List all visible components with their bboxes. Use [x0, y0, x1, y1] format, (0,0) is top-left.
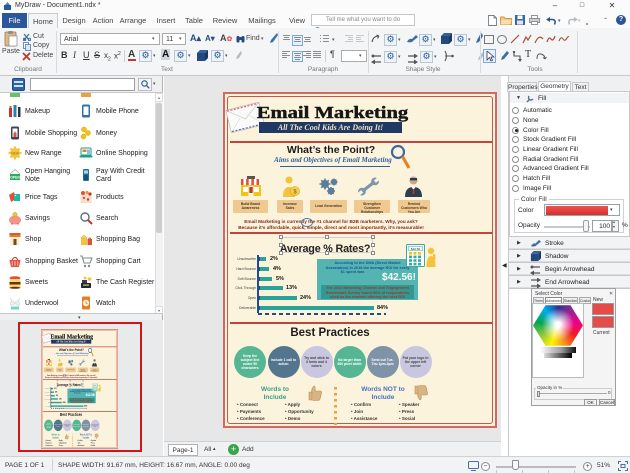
- svg-text:$42.56: $42.56: [94, 384, 97, 386]
- svg-text:NEW: NEW: [11, 152, 18, 156]
- svg-text:OPEN: OPEN: [10, 176, 20, 180]
- svg-text:$42.56: $42.56: [411, 247, 421, 251]
